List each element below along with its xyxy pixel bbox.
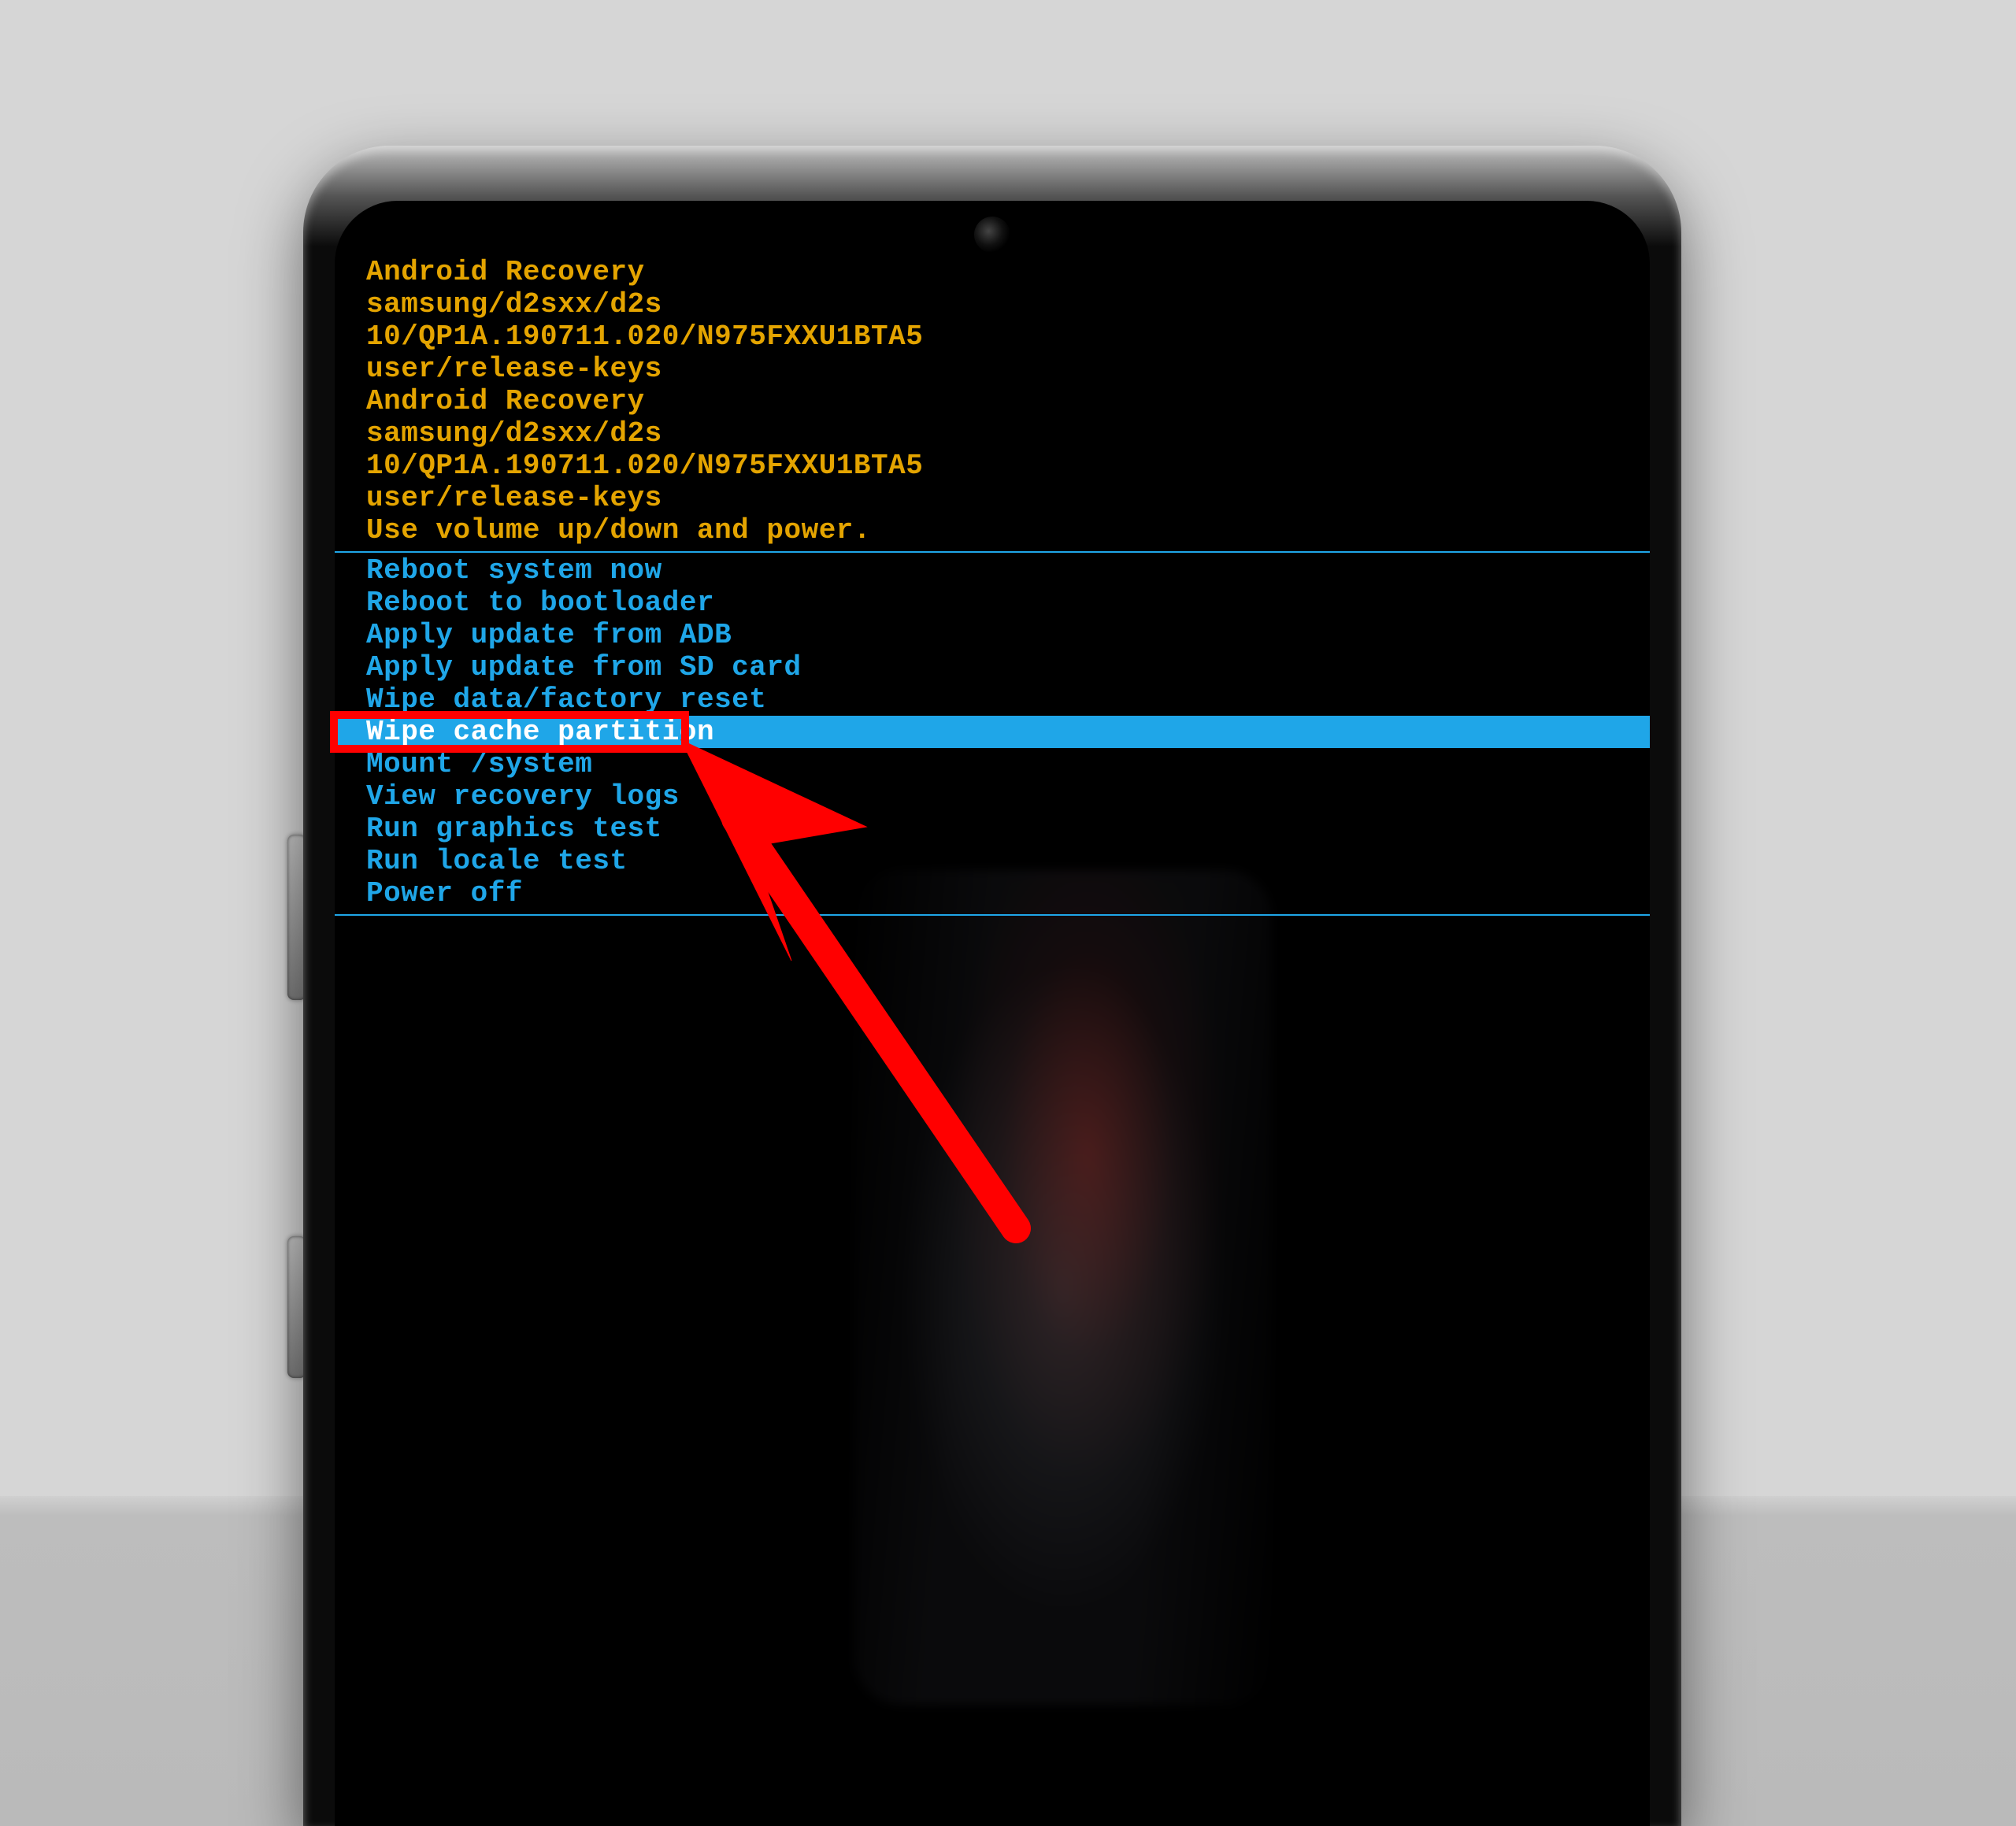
device-id-1: samsung/d2sxx/d2s	[366, 288, 1650, 320]
menu-item-apply-update-from-sd-card[interactable]: Apply update from SD card	[335, 651, 1650, 683]
phone-screen: Android Recovery samsung/d2sxx/d2s 10/QP…	[335, 201, 1650, 1826]
recovery-header: Android Recovery samsung/d2sxx/d2s 10/QP…	[366, 256, 1650, 546]
camera-punch-hole	[974, 217, 1010, 253]
recovery-console: Android Recovery samsung/d2sxx/d2s 10/QP…	[366, 256, 1650, 917]
annotation-highlight-box	[330, 711, 689, 753]
build-type-2: user/release-keys	[366, 482, 1650, 514]
menu-item-apply-update-from-adb[interactable]: Apply update from ADB	[335, 619, 1650, 651]
build-id-1: 10/QP1A.190711.020/N975FXXU1BTA5	[366, 320, 1650, 353]
separator-bottom	[335, 914, 1650, 916]
separator-top	[335, 551, 1650, 553]
build-id-2: 10/QP1A.190711.020/N975FXXU1BTA5	[366, 450, 1650, 482]
menu-item-view-recovery-logs[interactable]: View recovery logs	[335, 780, 1650, 813]
menu-item-mount-system[interactable]: Mount /system	[335, 748, 1650, 780]
menu-item-reboot-to-bootloader[interactable]: Reboot to bootloader	[335, 587, 1650, 619]
menu-item-power-off[interactable]: Power off	[335, 877, 1650, 909]
phone-frame: Android Recovery samsung/d2sxx/d2s 10/QP…	[303, 146, 1681, 1826]
menu-item-run-graphics-test[interactable]: Run graphics test	[335, 813, 1650, 845]
menu-item-reboot-system-now[interactable]: Reboot system now	[335, 554, 1650, 587]
nav-hint: Use volume up/down and power.	[366, 514, 1650, 546]
recovery-title-1: Android Recovery	[366, 256, 1650, 288]
screen-reflection	[854, 870, 1272, 1705]
recovery-title-2: Android Recovery	[366, 385, 1650, 417]
device-id-2: samsung/d2sxx/d2s	[366, 417, 1650, 450]
build-type-1: user/release-keys	[366, 353, 1650, 385]
menu-item-run-locale-test[interactable]: Run locale test	[335, 845, 1650, 877]
